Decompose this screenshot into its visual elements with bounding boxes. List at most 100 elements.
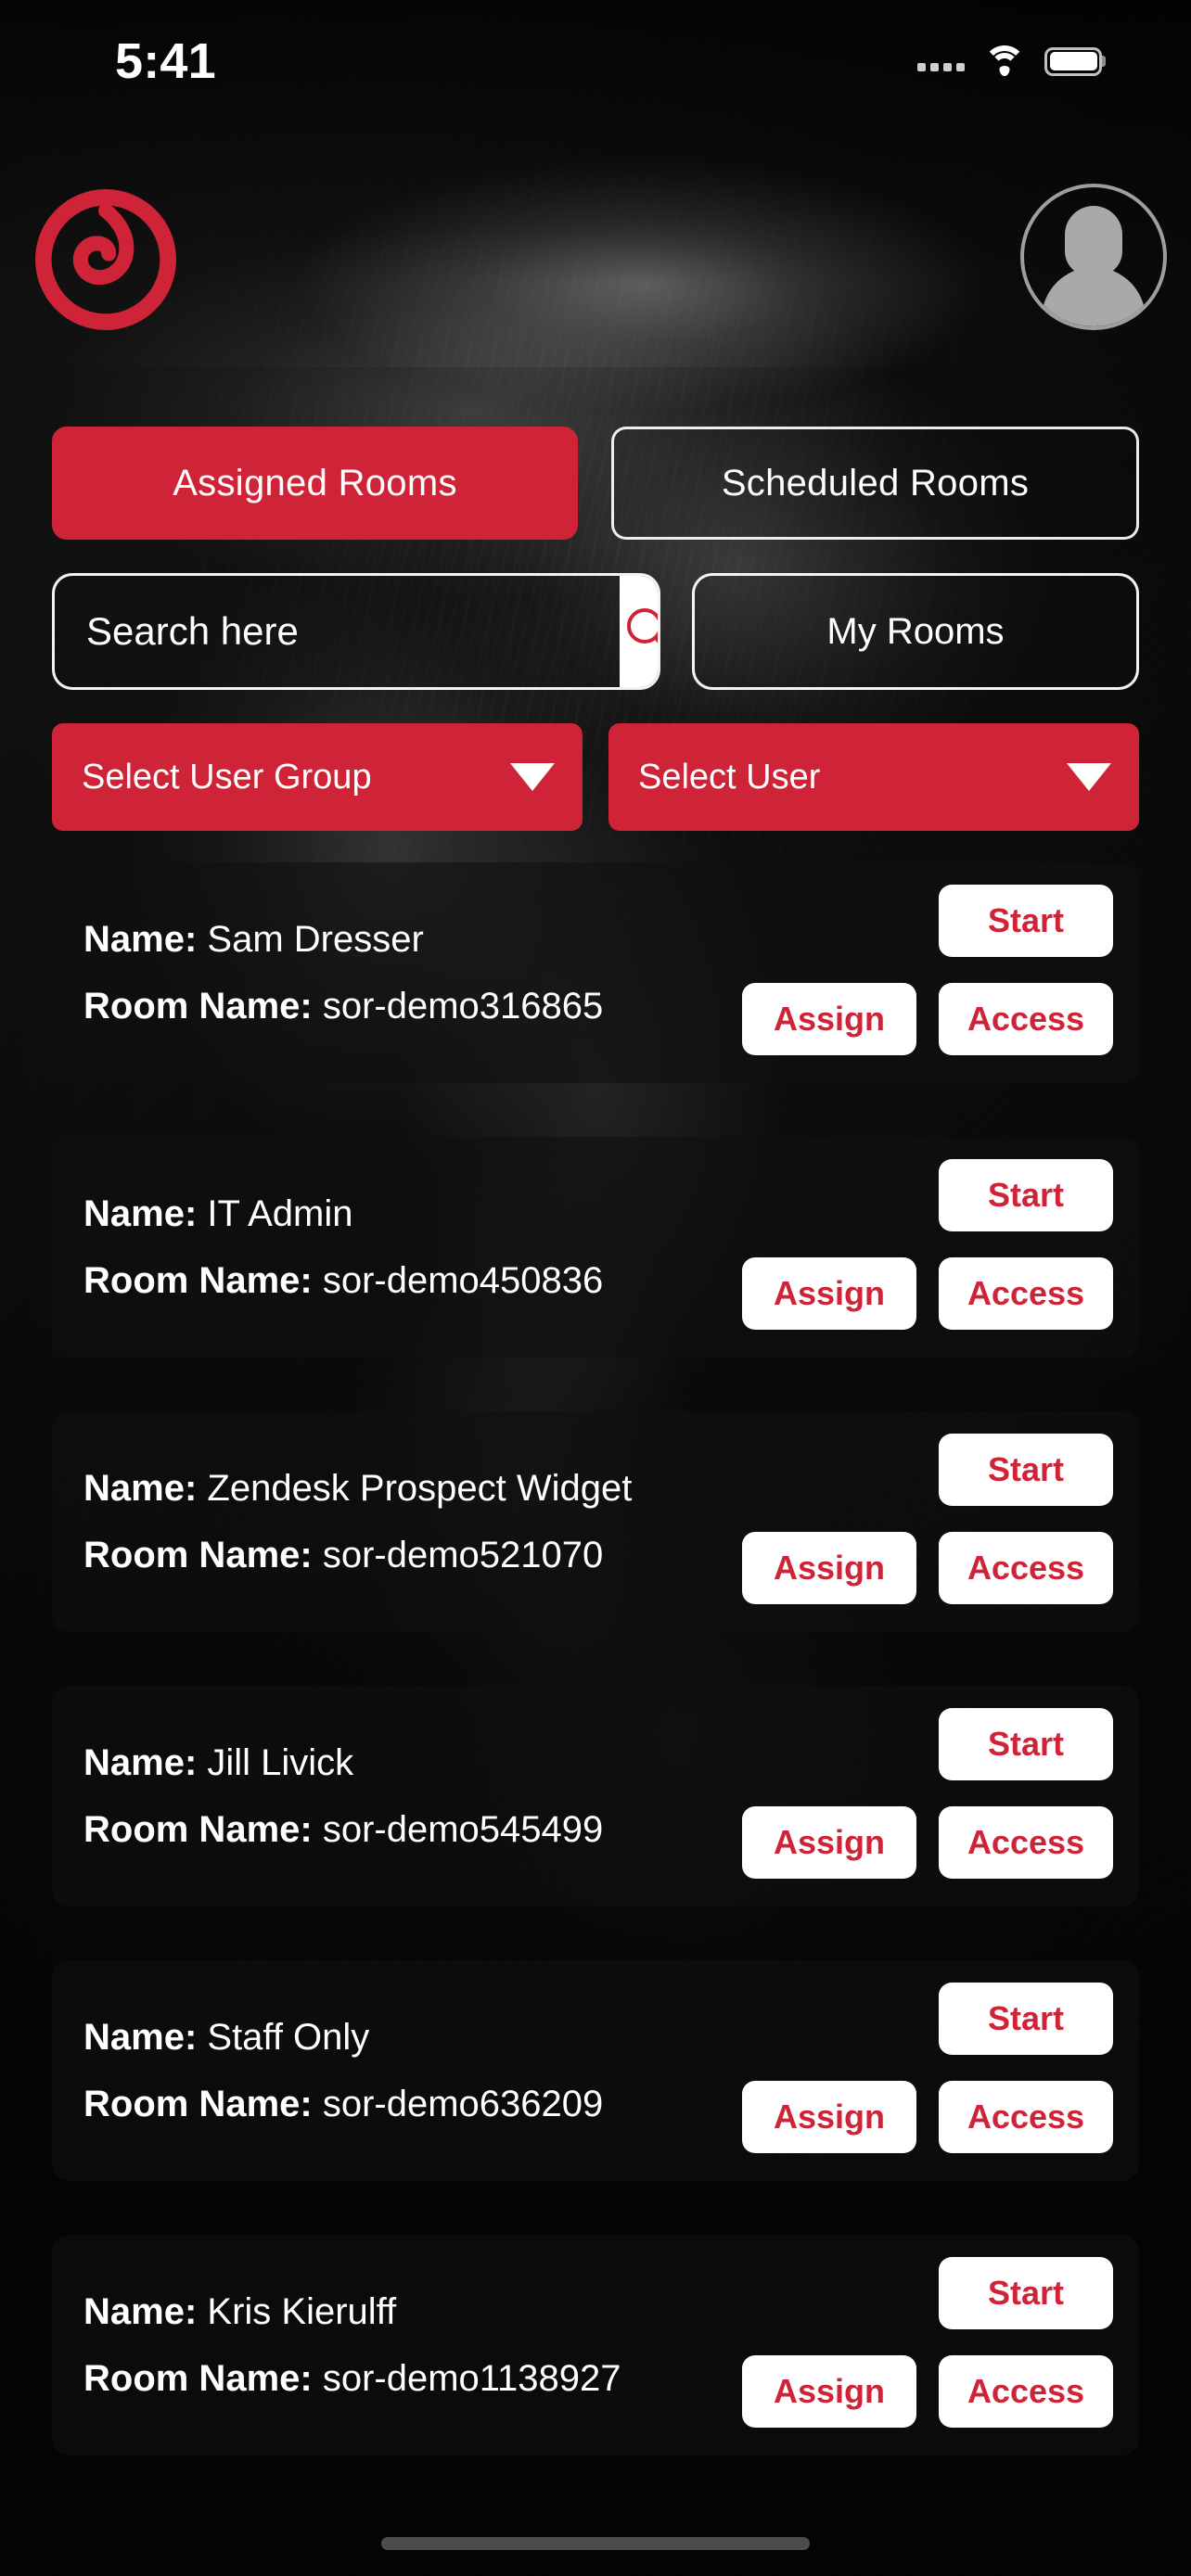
search-input[interactable] xyxy=(55,576,620,687)
access-button[interactable]: Access xyxy=(939,983,1113,1055)
room-card-room-line: Room Name: sor-demo521070 xyxy=(83,1537,632,1574)
name-label: Name: xyxy=(83,2017,198,2058)
tab-assigned-rooms[interactable]: Assigned Rooms xyxy=(52,427,578,540)
room-card-room-line: Room Name: sor-demo316865 xyxy=(83,988,603,1025)
room-card[interactable]: Name: Kris Kierulff Room Name: sor-demo11… xyxy=(52,2235,1139,2455)
name-label: Name: xyxy=(83,1468,198,1509)
room-card-room-value: sor-demo1138927 xyxy=(322,2358,621,2399)
secondary-action-row: Assign Access xyxy=(742,2355,1113,2428)
user-avatar-placeholder-icon[interactable] xyxy=(1020,184,1167,330)
room-card-name-value: Kris Kierulff xyxy=(207,2291,397,2332)
assign-button[interactable]: Assign xyxy=(742,2081,916,2153)
battery-full-icon xyxy=(1044,46,1102,76)
select-user-group-label: Select User Group xyxy=(82,757,372,797)
my-rooms-button[interactable]: My Rooms xyxy=(692,573,1139,690)
start-button[interactable]: Start xyxy=(939,1983,1113,2055)
app-screen: 5:41 Assigned Rooms Scheduled Rooms Sear… xyxy=(0,0,1191,2576)
start-button[interactable]: Start xyxy=(939,885,1113,957)
room-card[interactable]: Name: IT Admin Room Name: sor-demo450836 S… xyxy=(52,1137,1139,1358)
name-label: Name: xyxy=(83,919,198,960)
room-card-name-line: Name: Kris Kierulff xyxy=(83,2293,621,2330)
access-button[interactable]: Access xyxy=(939,2081,1113,2153)
room-card-room-value: sor-demo545499 xyxy=(322,1809,604,1850)
assign-button[interactable]: Assign xyxy=(742,2355,916,2428)
room-name-label: Room Name: xyxy=(83,986,313,1027)
my-rooms-button-label: My Rooms xyxy=(826,610,1005,652)
chevron-down-icon xyxy=(1067,763,1111,791)
room-card-room-value: sor-demo316865 xyxy=(322,986,604,1027)
room-card-room-value: sor-demo636209 xyxy=(322,2084,604,2124)
assign-button[interactable]: Assign xyxy=(742,1806,916,1879)
secondary-action-row: Assign Access xyxy=(742,1532,1113,1604)
select-user-group-dropdown[interactable]: Select User Group xyxy=(52,723,583,831)
room-card[interactable]: Name: Sam Dresser Room Name: sor-demo3168… xyxy=(52,862,1139,1083)
access-button[interactable]: Access xyxy=(939,1806,1113,1879)
tab-scheduled-rooms[interactable]: Scheduled Rooms xyxy=(611,427,1139,540)
room-card[interactable]: Name: Staff Only Room Name: sor-demo63620… xyxy=(52,1960,1139,2181)
room-card-room-value: sor-demo450836 xyxy=(322,1260,604,1301)
room-card-name-value: Staff Only xyxy=(207,2017,370,2058)
room-card-room-line: Room Name: sor-demo1138927 xyxy=(83,2360,621,2397)
room-card-text: Name: Jill Livick Room Name: sor-demo5454… xyxy=(83,1744,603,1848)
room-card-actions: Start Assign Access xyxy=(742,1434,1113,1604)
assign-button[interactable]: Assign xyxy=(742,1257,916,1330)
name-label: Name: xyxy=(83,1193,198,1234)
room-card-actions: Start Assign Access xyxy=(742,1708,1113,1879)
access-button[interactable]: Access xyxy=(939,1257,1113,1330)
room-name-label: Room Name: xyxy=(83,1535,313,1575)
secondary-action-row: Assign Access xyxy=(742,1806,1113,1879)
start-button[interactable]: Start xyxy=(939,1434,1113,1506)
room-card-text: Name: IT Admin Room Name: sor-demo450836 xyxy=(83,1195,603,1299)
room-type-tabs: Assigned Rooms Scheduled Rooms xyxy=(52,427,1139,540)
tab-assigned-rooms-label: Assigned Rooms xyxy=(173,462,457,504)
room-card-name-line: Name: IT Admin xyxy=(83,1195,603,1232)
room-card-text: Name: Kris Kierulff Room Name: sor-demo11… xyxy=(83,2293,621,2397)
search-submit-button[interactable] xyxy=(620,576,658,687)
room-card-text: Name: Zendesk Prospect Widget Room Name: … xyxy=(83,1470,632,1574)
access-button[interactable]: Access xyxy=(939,2355,1113,2428)
main-content-panel[interactable]: Assigned Rooms Scheduled Rooms Search he… xyxy=(0,367,1191,2576)
room-card[interactable]: Name: Zendesk Prospect Widget Room Name: … xyxy=(52,1411,1139,1632)
start-button[interactable]: Start xyxy=(939,1159,1113,1231)
room-card-actions: Start Assign Access xyxy=(742,1983,1113,2153)
room-card-room-value: sor-demo521070 xyxy=(322,1535,604,1575)
room-card-room-line: Room Name: sor-demo636209 xyxy=(83,2085,603,2123)
room-name-label: Room Name: xyxy=(83,2358,313,2399)
status-bar-clock: 5:41 xyxy=(115,33,216,89)
secondary-action-row: Assign Access xyxy=(742,2081,1113,2153)
room-card-text: Name: Staff Only Room Name: sor-demo63620… xyxy=(83,2019,603,2123)
brand-spiral-logo-icon[interactable] xyxy=(32,185,180,334)
assign-button[interactable]: Assign xyxy=(742,983,916,1055)
start-button[interactable]: Start xyxy=(939,2257,1113,2329)
room-name-label: Room Name: xyxy=(83,2084,313,2124)
room-card-name-line: Name: Staff Only xyxy=(83,2019,603,2056)
wifi-icon xyxy=(983,45,1026,77)
status-bar-indicators xyxy=(917,45,1102,77)
name-label: Name: xyxy=(83,2291,198,2332)
secondary-action-row: Assign Access xyxy=(742,1257,1113,1330)
room-list: Name: Sam Dresser Room Name: sor-demo3168… xyxy=(52,862,1139,2455)
access-button[interactable]: Access xyxy=(939,1532,1113,1604)
assign-button[interactable]: Assign xyxy=(742,1532,916,1604)
select-user-label: Select User xyxy=(638,757,821,797)
tab-scheduled-rooms-label: Scheduled Rooms xyxy=(721,462,1030,504)
room-name-label: Room Name: xyxy=(83,1809,313,1850)
start-button[interactable]: Start xyxy=(939,1708,1113,1780)
home-indicator[interactable] xyxy=(381,2537,810,2550)
room-card-actions: Start Assign Access xyxy=(742,885,1113,1055)
signal-dots-icon xyxy=(917,51,965,71)
name-label: Name: xyxy=(83,1742,198,1783)
room-card-actions: Start Assign Access xyxy=(742,1159,1113,1330)
room-card-room-line: Room Name: sor-demo450836 xyxy=(83,1262,603,1299)
room-card-name-value: IT Admin xyxy=(207,1193,353,1234)
filter-row: Select User Group Select User xyxy=(52,723,1139,831)
search-box[interactable] xyxy=(52,573,660,690)
secondary-action-row: Assign Access xyxy=(742,983,1113,1055)
select-user-dropdown[interactable]: Select User xyxy=(608,723,1139,831)
room-card[interactable]: Name: Jill Livick Room Name: sor-demo5454… xyxy=(52,1686,1139,1906)
status-bar: 5:41 xyxy=(0,0,1191,122)
room-card-name-line: Name: Jill Livick xyxy=(83,1744,603,1781)
app-header xyxy=(0,122,1191,367)
room-card-name-value: Zendesk Prospect Widget xyxy=(207,1468,633,1509)
room-card-name-value: Jill Livick xyxy=(207,1742,354,1783)
